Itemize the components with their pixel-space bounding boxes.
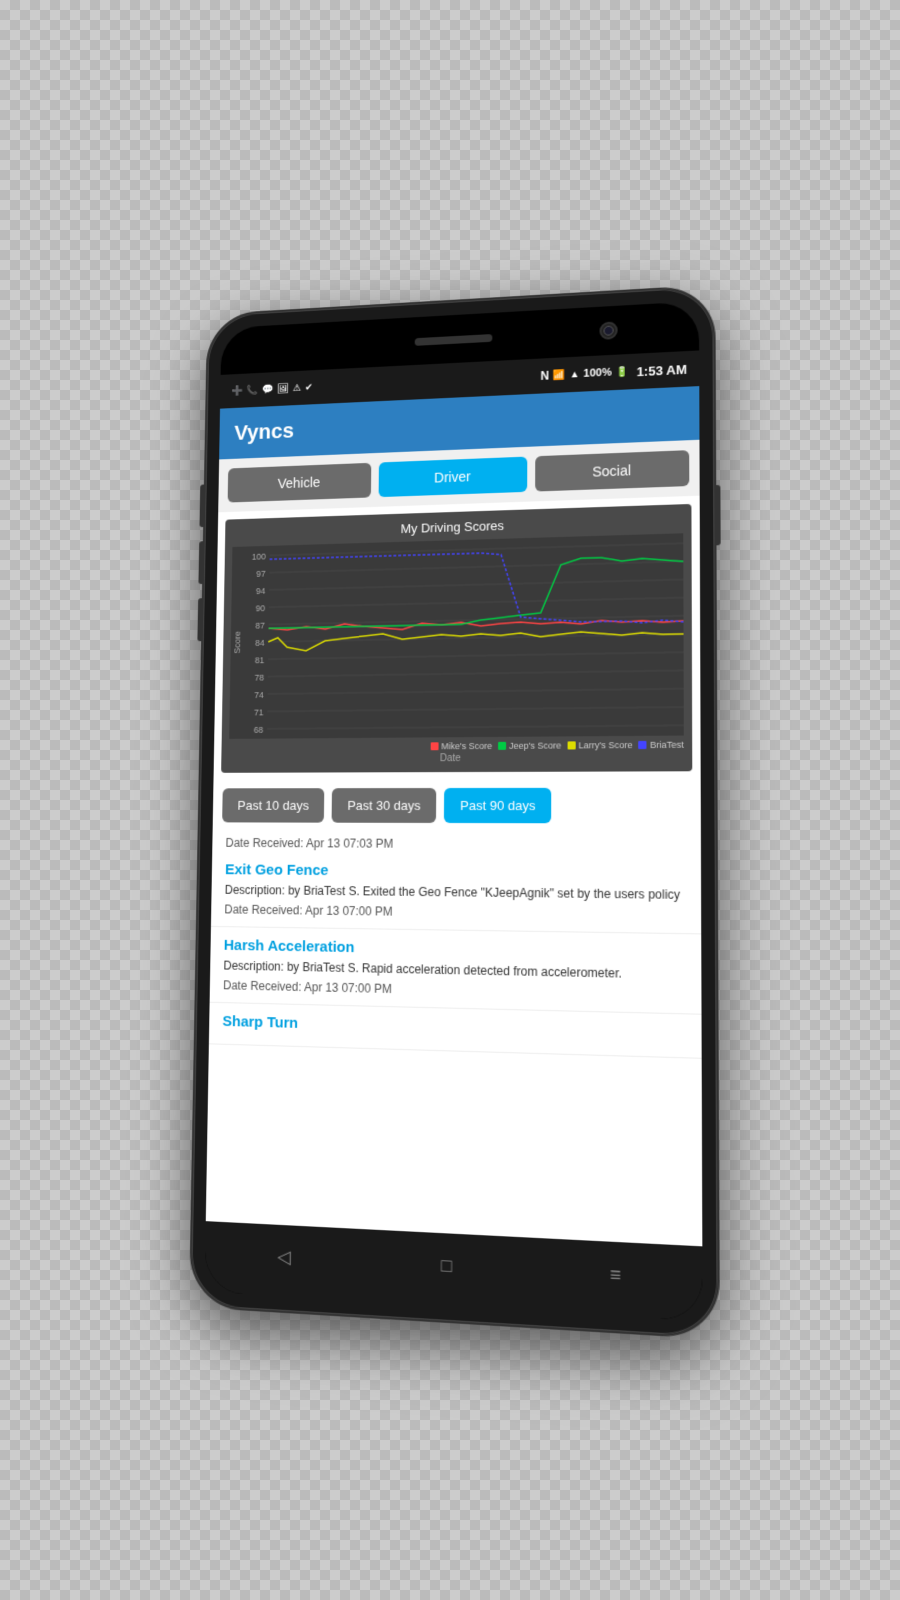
event-harsh-acceleration: Harsh Acceleration Description: by BriaT…	[210, 927, 702, 1015]
svg-text:78: 78	[255, 673, 265, 683]
event-3-title: Sharp Turn	[222, 1013, 686, 1043]
svg-text:87: 87	[255, 620, 265, 630]
legend-larry: Larry's Score	[567, 740, 632, 751]
phone-device: ➕ 📞 💬 🖼 ⚠ ✔ N 📶 ▲ 100% 🔋 1:53 AM	[191, 287, 718, 1338]
svg-text:68: 68	[254, 725, 264, 735]
volume-up-button	[199, 484, 205, 527]
phone-screen-area: ➕ 📞 💬 🖼 ⚠ ✔ N 📶 ▲ 100% 🔋 1:53 AM	[205, 301, 703, 1321]
speaker	[415, 334, 493, 346]
alert-icon: ⚠	[293, 383, 302, 394]
svg-text:71: 71	[254, 707, 264, 717]
legend-mike-dot	[430, 742, 438, 750]
add-icon: ➕	[231, 386, 243, 397]
time-display: 1:53 AM	[636, 361, 686, 378]
home-button[interactable]: □	[426, 1249, 467, 1282]
event-1-title: Exit Geo Fence	[225, 861, 686, 882]
driving-scores-chart: My Driving Scores	[221, 504, 692, 773]
event-1-date: Date Received: Apr 13 07:00 PM	[224, 902, 686, 922]
tab-driver[interactable]: Driver	[379, 457, 528, 498]
svg-text:84: 84	[255, 638, 265, 648]
call-icon: 📞	[246, 385, 258, 396]
signal-icon: ▲	[570, 369, 580, 380]
status-icons-left: ➕ 📞 💬 🖼 ⚠ ✔	[231, 382, 313, 396]
app-title: Vyncs	[234, 401, 683, 446]
tab-vehicle[interactable]: Vehicle	[228, 463, 372, 503]
svg-text:74: 74	[254, 690, 264, 700]
tab-social[interactable]: Social	[535, 450, 689, 491]
legend-mike-label: Mike's Score	[441, 741, 492, 751]
svg-text:Score: Score	[232, 631, 242, 654]
x-axis-label: Date	[229, 752, 684, 765]
svg-text:81: 81	[255, 655, 265, 665]
legend-larry-label: Larry's Score	[578, 740, 632, 750]
menu-button[interactable]: ≡	[595, 1258, 637, 1292]
filter-10-days[interactable]: Past 10 days	[222, 788, 324, 822]
volume-button-right	[714, 485, 721, 545]
wifi-icon: 📶	[553, 369, 565, 380]
svg-text:94: 94	[256, 586, 266, 596]
svg-text:100: 100	[252, 551, 266, 561]
event-1-description: Description: by BriaTest S. Exited the G…	[225, 882, 687, 904]
chart-legend: Mike's Score Jeep's Score Larry's Score …	[229, 740, 684, 753]
first-date-received: Date Received: Apr 13 07:03 PM	[212, 830, 701, 854]
event-exit-geo-fence: Exit Geo Fence Description: by BriaTest …	[211, 852, 701, 935]
svg-text:90: 90	[256, 603, 266, 613]
legend-briatest-label: BriaTest	[650, 740, 684, 750]
chart-svg: 100 97 94 90 87 84 81 78 74 71 68	[229, 533, 684, 739]
legend-jeep-label: Jeep's Score	[509, 740, 561, 750]
media-icon: 🖼	[277, 383, 289, 394]
legend-briatest: BriaTest	[639, 740, 684, 750]
power-button	[197, 598, 203, 641]
front-camera	[600, 321, 618, 340]
filter-30-days[interactable]: Past 30 days	[332, 788, 437, 823]
legend-larry-dot	[567, 741, 575, 749]
check-icon: ✔	[305, 382, 313, 393]
app-screen: ➕ 📞 💬 🖼 ⚠ ✔ N 📶 ▲ 100% 🔋 1:53 AM	[206, 350, 703, 1246]
status-icons-right: N 📶 ▲ 100% 🔋 1:53 AM	[540, 361, 686, 383]
whatsapp-icon: 💬	[262, 384, 274, 395]
volume-down-button	[198, 541, 204, 584]
nfc-icon: N	[540, 369, 549, 383]
legend-briatest-dot	[639, 741, 647, 749]
battery-icon: 🔋	[616, 366, 629, 377]
chart-area: 100 97 94 90 87 84 81 78 74 71 68	[229, 533, 684, 739]
svg-text:97: 97	[256, 569, 266, 579]
battery-percent: 100%	[583, 367, 611, 380]
filter-90-days[interactable]: Past 90 days	[444, 788, 552, 823]
legend-jeep-dot	[498, 742, 506, 750]
legend-mike: Mike's Score	[430, 741, 492, 751]
legend-jeep: Jeep's Score	[498, 740, 561, 750]
filter-row: Past 10 days Past 30 days Past 90 days	[213, 779, 701, 831]
events-list: Date Received: Apr 13 07:03 PM Exit Geo …	[206, 830, 703, 1246]
back-button[interactable]: ◁	[265, 1240, 304, 1273]
